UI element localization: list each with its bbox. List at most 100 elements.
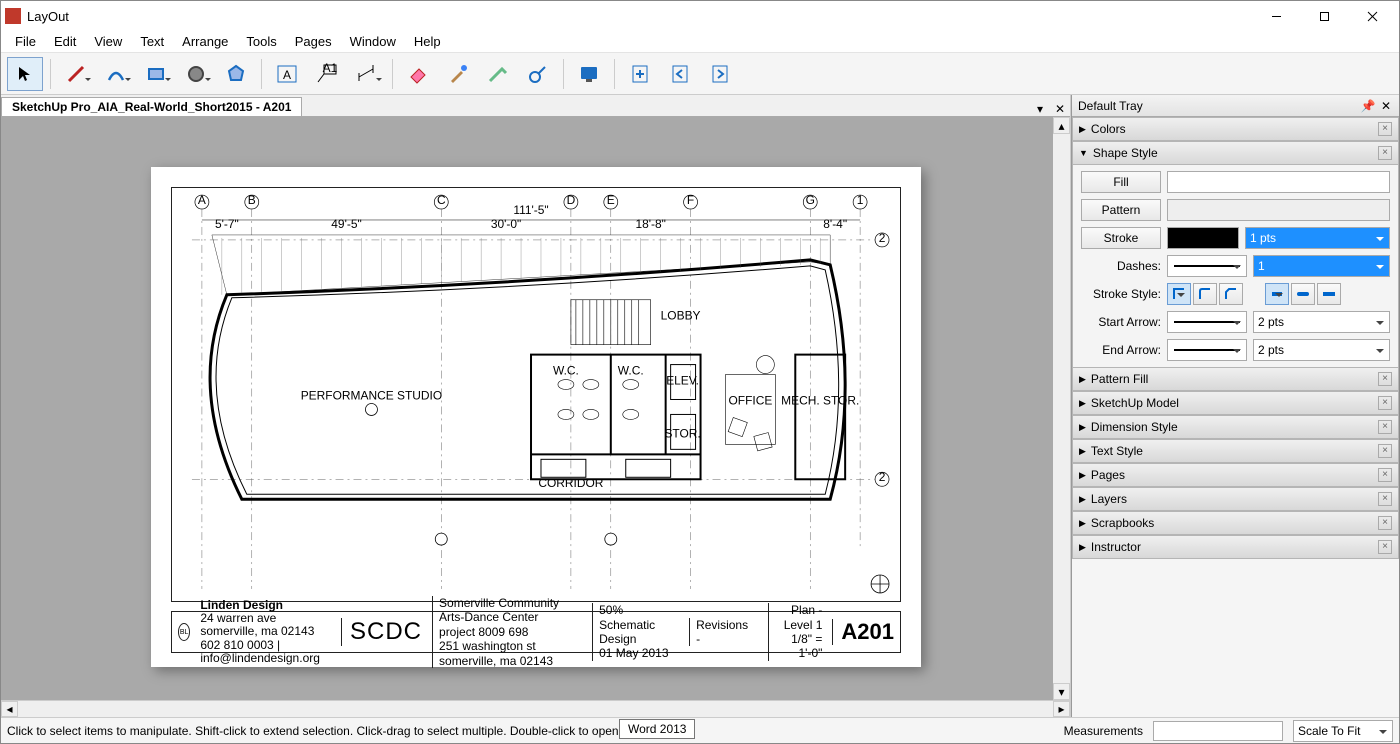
pin-icon[interactable]: 📌 — [1361, 99, 1375, 113]
select-tool[interactable] — [7, 57, 43, 91]
panel-text-close[interactable]: × — [1378, 444, 1392, 458]
panel-colors-close[interactable]: × — [1378, 122, 1392, 136]
panel-pages-close[interactable]: × — [1378, 468, 1392, 482]
svg-text:18'-8": 18'-8" — [635, 217, 665, 231]
eraser-tool[interactable] — [400, 57, 436, 91]
panel-instructor[interactable]: ▶Instructor× — [1072, 535, 1399, 559]
corner-style-3[interactable] — [1219, 283, 1243, 305]
scroll-left-icon[interactable]: ◂ — [1, 701, 18, 717]
text-tool[interactable]: A — [269, 57, 305, 91]
svg-text:OFFICE: OFFICE — [728, 393, 772, 407]
plan-scale: 1/8" = 1'-0" — [775, 632, 822, 661]
panel-scrapbooks[interactable]: ▶Scrapbooks× — [1072, 511, 1399, 535]
cap-style-2[interactable] — [1291, 283, 1315, 305]
svg-text:CORRIDOR: CORRIDOR — [538, 476, 603, 490]
panel-sumodel-close[interactable]: × — [1378, 396, 1392, 410]
panel-sketchup-model[interactable]: ▶SketchUp Model× — [1072, 391, 1399, 415]
circle-tool[interactable] — [178, 57, 214, 91]
corner-style-2[interactable] — [1193, 283, 1217, 305]
tab-close-icon[interactable]: ✕ — [1053, 102, 1067, 116]
rectangle-tool[interactable] — [138, 57, 174, 91]
split-tool[interactable] — [480, 57, 516, 91]
fill-button[interactable]: Fill — [1081, 171, 1161, 193]
svg-text:LOBBY: LOBBY — [661, 309, 701, 323]
measurements-input[interactable] — [1153, 721, 1283, 741]
svg-text:5'-7": 5'-7" — [215, 217, 239, 231]
menu-help[interactable]: Help — [406, 32, 449, 51]
scroll-right-icon[interactable]: ▸ — [1053, 701, 1070, 717]
fill-swatch[interactable] — [1167, 171, 1390, 193]
arc-tool[interactable] — [98, 57, 134, 91]
scroll-up-icon[interactable]: ▴ — [1053, 117, 1070, 134]
panel-dim-close[interactable]: × — [1378, 420, 1392, 434]
svg-text:A: A — [198, 193, 206, 207]
panel-pattern-fill[interactable]: ▶Pattern Fill× — [1072, 367, 1399, 391]
menu-pages[interactable]: Pages — [287, 32, 340, 51]
project-no: project 8009 698 — [439, 625, 582, 639]
project-addr: 251 washington st somerville, ma 02143 — [439, 639, 582, 668]
pattern-button[interactable]: Pattern — [1081, 199, 1161, 221]
next-page-button[interactable] — [702, 57, 738, 91]
floor-plan-viewport: AB CD EF G1 22 — [171, 187, 901, 602]
cap-style-1[interactable] — [1265, 283, 1289, 305]
pattern-swatch[interactable] — [1167, 199, 1390, 221]
menu-window[interactable]: Window — [342, 32, 404, 51]
panel-patternfill-close[interactable]: × — [1378, 372, 1392, 386]
stroke-width-select[interactable]: 1 pts — [1245, 227, 1390, 249]
panel-layers[interactable]: ▶Layers× — [1072, 487, 1399, 511]
dash-scale-select[interactable]: 1 — [1253, 255, 1390, 277]
menu-arrange[interactable]: Arrange — [174, 32, 236, 51]
corner-style-1[interactable] — [1167, 283, 1191, 305]
scroll-down-icon[interactable]: ▾ — [1053, 683, 1070, 700]
prev-page-button[interactable] — [662, 57, 698, 91]
panel-shape-close[interactable]: × — [1378, 146, 1392, 160]
zoom-scale-select[interactable]: Scale To Fit — [1293, 720, 1393, 742]
svg-text:8'-4": 8'-4" — [823, 217, 847, 231]
stroke-button[interactable]: Stroke — [1081, 227, 1161, 249]
tab-menu-icon[interactable]: ▾ — [1033, 102, 1047, 116]
svg-text:1: 1 — [857, 193, 864, 207]
dimension-tool[interactable] — [349, 57, 385, 91]
label-tool[interactable]: A1 — [309, 57, 345, 91]
menu-edit[interactable]: Edit — [46, 32, 84, 51]
document-canvas[interactable]: AB CD EF G1 22 — [1, 117, 1053, 700]
drawing-sheet[interactable]: AB CD EF G1 22 — [151, 167, 921, 667]
end-arrow-select[interactable] — [1167, 339, 1247, 361]
tray-close-icon[interactable]: ✕ — [1379, 99, 1393, 113]
document-tab[interactable]: SketchUp Pro_AIA_Real-World_Short2015 - … — [1, 97, 302, 116]
menu-file[interactable]: File — [7, 32, 44, 51]
stroke-color-swatch[interactable] — [1167, 227, 1239, 249]
polygon-tool[interactable] — [218, 57, 254, 91]
end-arrow-pts[interactable]: 2 pts — [1253, 339, 1390, 361]
join-tool[interactable] — [520, 57, 556, 91]
line-tool[interactable] — [58, 57, 94, 91]
panel-text-style[interactable]: ▶Text Style× — [1072, 439, 1399, 463]
vertical-scrollbar[interactable]: ▴ ▾ — [1053, 117, 1070, 700]
document-tab-row: SketchUp Pro_AIA_Real-World_Short2015 - … — [1, 95, 1070, 117]
panel-dimension-style[interactable]: ▶Dimension Style× — [1072, 415, 1399, 439]
start-arrow-pts[interactable]: 2 pts — [1253, 311, 1390, 333]
panel-scrap-close[interactable]: × — [1378, 516, 1392, 530]
close-button[interactable] — [1349, 2, 1395, 30]
menu-view[interactable]: View — [86, 32, 130, 51]
add-page-button[interactable] — [622, 57, 658, 91]
cap-style-3[interactable] — [1317, 283, 1341, 305]
panel-instr-close[interactable]: × — [1378, 540, 1392, 554]
start-arrow-select[interactable] — [1167, 311, 1247, 333]
menu-text[interactable]: Text — [132, 32, 172, 51]
app-icon — [5, 8, 21, 24]
menu-tools[interactable]: Tools — [238, 32, 284, 51]
horizontal-scrollbar[interactable]: ◂ ▸ — [1, 700, 1070, 717]
maximize-button[interactable] — [1301, 2, 1347, 30]
panel-colors[interactable]: ▶Colors× — [1072, 117, 1399, 141]
panel-shape-style[interactable]: ▼Shape Style× — [1072, 141, 1399, 165]
status-bar: Click to select items to manipulate. Shi… — [1, 717, 1399, 743]
minimize-button[interactable] — [1253, 2, 1299, 30]
presentation-tool[interactable] — [571, 57, 607, 91]
style-tool[interactable] — [440, 57, 476, 91]
title-bar: LayOut — [1, 1, 1399, 31]
stroke-style-label: Stroke Style: — [1081, 287, 1161, 301]
dashes-select[interactable] — [1167, 255, 1247, 277]
panel-layers-close[interactable]: × — [1378, 492, 1392, 506]
panel-pages[interactable]: ▶Pages× — [1072, 463, 1399, 487]
